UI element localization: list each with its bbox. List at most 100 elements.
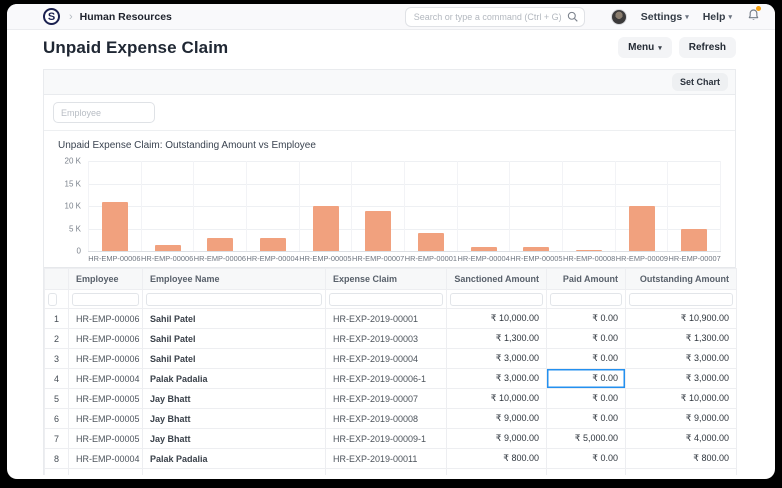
cell-outstanding-amount[interactable]: ₹ 800.00 [625,448,737,469]
y-axis-tick: 20 K [64,156,81,166]
chart-bar[interactable] [101,201,128,251]
cell-outstanding-amount[interactable]: ₹ 3,000.00 [625,348,737,369]
cell-employee-name[interactable]: Sahil Patel [142,308,326,329]
x-axis-tick: HR-EMP-00005 [299,254,352,263]
cell-employee-name[interactable]: Sahil Patel [142,348,326,369]
cell-paid-amount[interactable]: ₹ 5,000.00 [546,428,626,449]
column-filter-input[interactable] [550,292,622,306]
cell-employee[interactable]: HR-EMP-00004 [68,448,143,469]
chart-bar[interactable] [523,246,550,251]
y-axis-tick: 5 K [68,224,81,233]
cell-expense-claim[interactable]: HR-EXP-2019-00003 [325,328,447,349]
cell-sanctioned-amount[interactable]: ₹ 3,000.00 [446,348,547,369]
chart-bar[interactable] [259,237,286,251]
chart-bar[interactable] [628,206,655,251]
settings-menu[interactable]: Settings ▾ [641,11,689,23]
y-axis-tick: 0 [76,246,81,256]
breadcrumb[interactable]: Human Resources [80,11,172,23]
column-filter-input[interactable] [450,292,543,306]
cell-sanctioned-amount[interactable]: ₹ 3,000.00 [446,368,547,389]
chart-bar[interactable] [681,228,708,251]
chart-bar[interactable] [154,245,181,251]
report-toolbar: Set Chart [44,70,735,95]
cell-sanctioned-amount[interactable]: ₹ 800.00 [446,448,547,469]
cell-employee-name[interactable]: Jay Bhatt [142,428,326,449]
chart-bar[interactable] [575,250,602,251]
y-axis-tick: 10 K [64,201,81,211]
table-row: 2 HR-EMP-00006 Sahil Patel HR-EXP-2019-0000… [44,328,737,349]
cell-employee[interactable]: HR-EMP-00005 [68,388,143,409]
cell-sanctioned-amount[interactable]: ₹ 10,000.00 [446,388,547,409]
cell-expense-claim[interactable]: HR-EXP-2019-00011 [325,448,447,469]
cell-outstanding-amount[interactable]: ₹ 10,000.00 [625,388,737,409]
cell-paid-amount[interactable]: ₹ 0.00 [546,328,626,349]
cell-expense-claim[interactable]: HR-EXP-2019-00008 [325,408,447,429]
cell-paid-amount[interactable]: ₹ 0.00 [546,388,626,409]
column-filter-input[interactable] [48,292,57,306]
cell-employee[interactable]: HR-EMP-00006 [68,328,143,349]
cell-expense-claim[interactable]: HR-EXP-2019-00006-1 [325,368,447,389]
column-filter-cell [446,289,547,309]
user-avatar[interactable] [610,8,627,25]
column-header-employee[interactable]: Employee [68,268,143,290]
global-search[interactable] [404,6,585,27]
cell-employee-name[interactable]: Jay Bhatt [142,388,326,409]
chart-bar[interactable] [207,237,234,251]
cell-employee[interactable]: HR-EMP-00004 [68,368,143,389]
cell-employee[interactable]: HR-EMP-00005 [68,408,143,429]
cell-outstanding-amount[interactable]: ₹ 9,000.00 [625,408,737,429]
cell-paid-amount[interactable]: ₹ 0.00 [546,348,626,369]
column-filter-input[interactable] [329,292,443,306]
search-input[interactable] [413,11,567,22]
chart-bar[interactable] [365,210,392,251]
cell-sanctioned-amount[interactable]: ₹ 1,300.00 [446,328,547,349]
cell-expense-claim[interactable]: HR-EXP-2019-00004 [325,348,447,369]
cell-employee-name[interactable]: Palak Padalia [142,368,326,389]
cell-expense-claim[interactable]: HR-EXP-2019-00001 [325,308,447,329]
column-header-outstanding-amount[interactable]: Outstanding Amount [625,268,737,290]
cell-sanctioned-amount[interactable]: ₹ 9,000.00 [446,428,547,449]
cell-paid-amount[interactable]: ₹ 0.00 [546,368,626,389]
cell-employee-name[interactable]: Jay Bhatt [142,408,326,429]
cell-employee-name[interactable]: Sahil Patel [142,328,326,349]
refresh-button[interactable]: Refresh [678,37,736,58]
cell-sanctioned-amount[interactable]: ₹ 9,000.00 [446,408,547,429]
column-header-sanctioned-amount[interactable]: Sanctioned Amount [446,268,547,290]
column-filter-input[interactable] [146,292,322,306]
chart-slot [352,161,406,251]
table-row [44,468,737,475]
notifications-button[interactable] [748,5,761,26]
menu-button[interactable]: Menu ▾ [618,37,672,58]
column-header-paid-amount[interactable]: Paid Amount [546,268,626,290]
help-menu[interactable]: Help ▾ [703,11,732,23]
bar-chart: 20 K 15 K 10 K 5 K 0 [65,157,722,256]
column-filter-input[interactable] [629,292,733,306]
cell-sanctioned-amount[interactable]: ₹ 10,000.00 [446,308,547,329]
row-number: 2 [44,328,69,349]
row-number: 7 [44,428,69,449]
app-logo-icon[interactable]: S [43,8,60,25]
chart-bar[interactable] [470,247,497,251]
cell-employee[interactable]: HR-EMP-00006 [68,348,143,369]
cell-expense-claim[interactable]: HR-EXP-2019-00007 [325,388,447,409]
cell-employee-name[interactable]: Palak Padalia [142,448,326,469]
cell-outstanding-amount[interactable]: ₹ 3,000.00 [625,368,737,389]
cell-paid-amount[interactable]: ₹ 0.00 [546,448,626,469]
cell-outstanding-amount[interactable]: ₹ 10,900.00 [625,308,737,329]
chart-bar[interactable] [417,233,444,251]
cell-employee[interactable]: HR-EMP-00005 [68,428,143,449]
cell-paid-amount[interactable]: ₹ 0.00 [546,408,626,429]
row-number: 6 [44,408,69,429]
chart-bar[interactable] [312,206,339,251]
employee-filter-input[interactable] [53,102,155,123]
column-filter-input[interactable] [72,292,139,306]
column-header-employee-name[interactable]: Employee Name [142,268,326,290]
set-chart-button[interactable]: Set Chart [671,73,728,91]
report-card: Set Chart Unpaid Expense Claim: Outstand… [43,69,737,475]
column-header-expense-claim[interactable]: Expense Claim [325,268,447,290]
cell-outstanding-amount[interactable]: ₹ 4,000.00 [625,428,737,449]
cell-paid-amount[interactable]: ₹ 0.00 [546,308,626,329]
cell-outstanding-amount[interactable]: ₹ 1,300.00 [625,328,737,349]
cell-expense-claim[interactable]: HR-EXP-2019-00009-1 [325,428,447,449]
cell-employee[interactable]: HR-EMP-00006 [68,308,143,329]
